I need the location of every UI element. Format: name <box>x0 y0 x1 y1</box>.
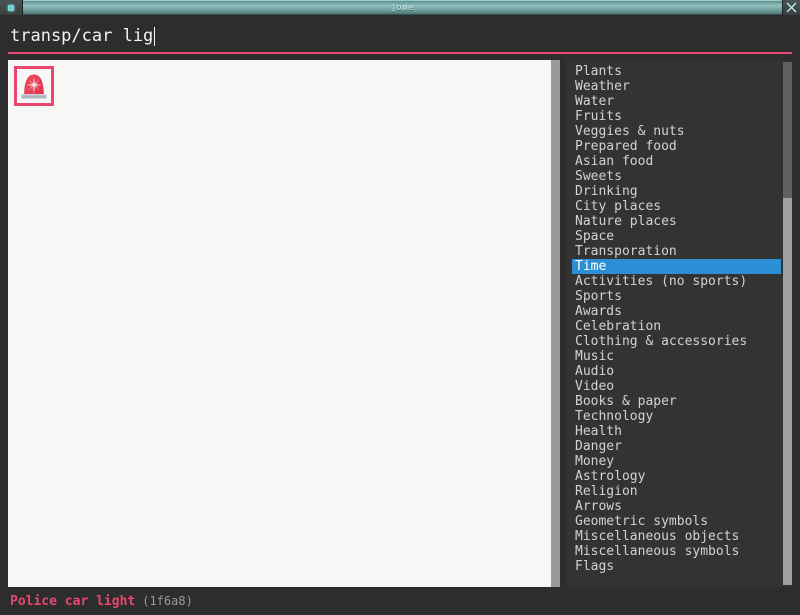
category-item[interactable]: Veggies & nuts <box>572 124 781 139</box>
close-icon <box>786 2 797 13</box>
search-input-value: transp/car lig <box>10 26 154 46</box>
category-item[interactable]: Asian food <box>572 154 781 169</box>
category-item[interactable]: Geometric symbols <box>572 514 781 529</box>
category-item[interactable]: Space <box>572 229 781 244</box>
jome-emoji-picker-window: jome transp/car lig Plants Weather Water… <box>0 0 800 615</box>
category-item-selected[interactable]: Time <box>572 259 781 274</box>
emoji-panel-scrollbar-thumb[interactable] <box>551 60 560 587</box>
category-list[interactable]: Plants Weather Water Fruits Veggies & nuts Pr… <box>566 60 781 587</box>
category-item[interactable]: Money <box>572 454 781 469</box>
category-item[interactable]: Fruits <box>572 109 781 124</box>
status-emoji-name: Police car light <box>10 593 136 609</box>
category-item[interactable]: Drinking <box>572 184 781 199</box>
category-item[interactable]: Video <box>572 379 781 394</box>
emoji-panel-scrollbar[interactable] <box>551 60 560 587</box>
title-bar: jome <box>0 0 800 15</box>
category-item[interactable]: Astrology <box>572 469 781 484</box>
category-item[interactable]: Health <box>572 424 781 439</box>
category-item[interactable]: Prepared food <box>572 139 781 154</box>
status-emoji-codepoint: (1f6a8) <box>142 594 193 608</box>
window-title: jome <box>390 3 415 12</box>
category-item[interactable]: Nature places <box>572 214 781 229</box>
category-item[interactable]: Transporation <box>572 244 781 259</box>
text-cursor <box>154 26 156 46</box>
category-item[interactable]: Weather <box>572 79 781 94</box>
window-menu-icon <box>8 4 14 11</box>
category-item[interactable]: Clothing & accessories <box>572 334 781 349</box>
search-area: transp/car lig <box>0 15 800 54</box>
category-item[interactable]: Miscellaneous objects <box>572 529 781 544</box>
police-car-light-icon <box>21 74 47 99</box>
category-item[interactable]: Activities (no sports) <box>572 274 781 289</box>
category-item[interactable]: Flags <box>572 559 781 574</box>
search-input[interactable]: transp/car lig <box>0 22 800 50</box>
main-content: Plants Weather Water Fruits Veggies & nuts Pr… <box>0 54 800 587</box>
category-item[interactable]: Sports <box>572 289 781 304</box>
category-item[interactable]: Music <box>572 349 781 364</box>
category-item[interactable]: Water <box>572 94 781 109</box>
category-item[interactable]: Books & paper <box>572 394 781 409</box>
status-bar: Police car light (1f6a8) <box>0 587 800 615</box>
title-bar-drag-area[interactable]: jome <box>23 0 782 15</box>
category-item[interactable]: Arrows <box>572 499 781 514</box>
window-menu-button[interactable] <box>0 0 23 15</box>
category-item[interactable]: Audio <box>572 364 781 379</box>
close-button[interactable] <box>782 0 800 15</box>
category-item[interactable]: Religion <box>572 484 781 499</box>
category-scrollbar-track[interactable] <box>783 62 792 198</box>
category-item[interactable]: Awards <box>572 304 781 319</box>
category-item[interactable]: Plants <box>572 64 781 79</box>
category-item[interactable]: Celebration <box>572 319 781 334</box>
category-item[interactable]: Miscellaneous symbols <box>572 544 781 559</box>
category-list-scrollbar[interactable] <box>783 60 792 587</box>
emoji-results-panel[interactable] <box>8 60 551 587</box>
category-item[interactable]: Sweets <box>572 169 781 184</box>
category-scrollbar-thumb[interactable] <box>783 198 792 585</box>
category-item[interactable]: Technology <box>572 409 781 424</box>
emoji-result-item[interactable] <box>14 66 54 106</box>
category-panel: Plants Weather Water Fruits Veggies & nuts Pr… <box>566 60 792 587</box>
category-item[interactable]: Danger <box>572 439 781 454</box>
category-item[interactable]: City places <box>572 199 781 214</box>
